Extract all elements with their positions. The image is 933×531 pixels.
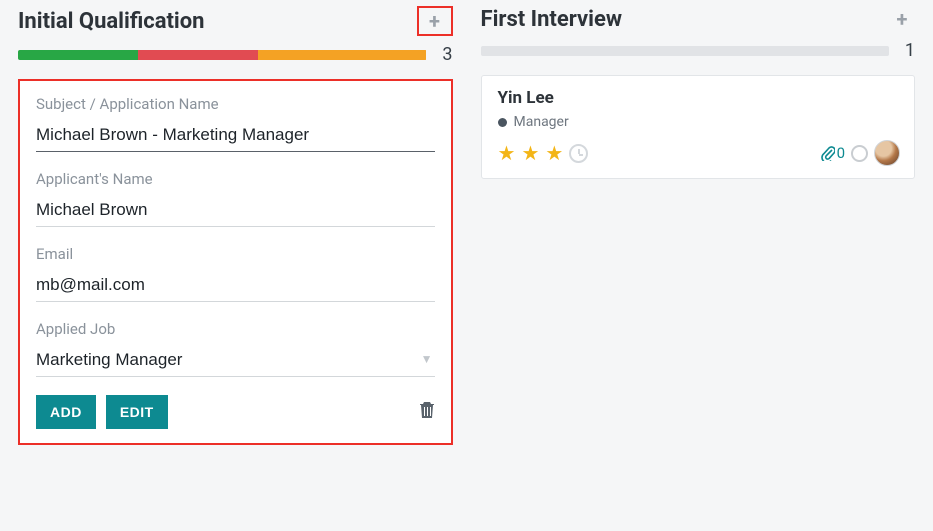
- chevron-down-icon: ▼: [421, 352, 433, 366]
- card-name: Yin Lee: [498, 88, 901, 108]
- card-role-row: Manager: [498, 114, 901, 130]
- column-header: Initial Qualification +: [18, 6, 453, 36]
- kanban-column-first-interview: First Interview + 1 Yin Lee Manager ★ ★ …: [481, 6, 916, 513]
- column-progress-row: 1: [481, 40, 916, 61]
- plus-icon: +: [897, 7, 908, 31]
- add-card-button[interactable]: +: [889, 6, 915, 32]
- progress-segment-green: [18, 50, 138, 60]
- progress-segment-red: [138, 50, 258, 60]
- applicant-name-input[interactable]: [36, 196, 435, 227]
- card-role: Manager: [514, 114, 569, 130]
- add-card-button[interactable]: +: [417, 6, 453, 36]
- edit-button[interactable]: EDIT: [106, 395, 168, 429]
- applicant-card[interactable]: Yin Lee Manager ★ ★ ★ 0: [481, 75, 916, 179]
- card-footer-right: 0: [821, 140, 900, 166]
- star-icon[interactable]: ★: [545, 141, 563, 165]
- column-count: 1: [901, 40, 915, 61]
- form-actions: ADD EDIT: [36, 395, 435, 429]
- card-footer: ★ ★ ★ 0: [498, 140, 901, 166]
- email-input[interactable]: [36, 271, 435, 302]
- column-progress-row: 3: [18, 44, 453, 65]
- column-title: Initial Qualification: [18, 9, 205, 34]
- email-label: Email: [36, 245, 435, 263]
- attachment-indicator[interactable]: 0: [821, 144, 845, 162]
- status-dot-icon: [498, 118, 507, 127]
- clock-icon[interactable]: [569, 144, 588, 163]
- add-button[interactable]: ADD: [36, 395, 96, 429]
- column-progress-bar[interactable]: [18, 50, 427, 60]
- column-header: First Interview +: [481, 6, 916, 32]
- avatar[interactable]: [874, 140, 900, 166]
- column-title: First Interview: [481, 7, 623, 32]
- applied-job-select[interactable]: ▼: [36, 346, 435, 389]
- paperclip-icon: [821, 145, 835, 161]
- subject-label: Subject / Application Name: [36, 95, 435, 113]
- attachment-count: 0: [837, 144, 845, 162]
- applied-job-input[interactable]: [36, 346, 435, 377]
- plus-icon: +: [429, 9, 440, 33]
- column-count: 3: [439, 44, 453, 65]
- activity-status-icon[interactable]: [851, 145, 868, 162]
- star-icon[interactable]: ★: [498, 141, 516, 165]
- progress-segment-orange: [258, 50, 426, 60]
- column-progress-bar[interactable]: [481, 46, 890, 56]
- kanban-column-initial-qualification: Initial Qualification + 3 Subject / Appl…: [18, 6, 453, 513]
- trash-icon[interactable]: [419, 401, 435, 423]
- star-icon[interactable]: ★: [521, 141, 539, 165]
- quick-create-form: Subject / Application Name Applicant's N…: [18, 79, 453, 445]
- applied-job-label: Applied Job: [36, 320, 435, 338]
- subject-input[interactable]: [36, 121, 435, 152]
- applicant-name-label: Applicant's Name: [36, 170, 435, 188]
